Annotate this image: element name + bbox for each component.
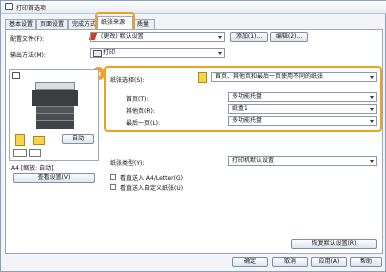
- help-button[interactable]: 帮助: [350, 257, 382, 267]
- view-settings-button[interactable]: 查看设置(V): [13, 173, 95, 183]
- last-page-value: 多功能托盘: [232, 117, 263, 124]
- print-icon: [93, 50, 102, 57]
- layout-icon[interactable]: [29, 149, 41, 157]
- paper-type-label: 纸张类型(Y):: [110, 160, 145, 167]
- ok-button[interactable]: 确定: [232, 257, 268, 267]
- profile-value: (更改) 默认设置: [101, 33, 144, 40]
- restore-defaults-button[interactable]: 恢复默认设置(R): [291, 239, 377, 249]
- chevron-down-icon: [370, 160, 374, 163]
- profile-label: 配置文件(F):: [10, 36, 45, 43]
- auto-button[interactable]: 自动: [62, 134, 94, 144]
- orientation-icon[interactable]: [13, 149, 27, 157]
- paper-sheet-icon: [33, 136, 45, 145]
- other-pages-value: 纸盒1: [232, 105, 248, 112]
- first-page-select[interactable]: 多功能托盘: [228, 92, 377, 102]
- paper-stack-icon: [15, 134, 25, 146]
- preview-caption: A4 [缩放: 自动]: [11, 165, 54, 172]
- other-pages-label: 其他页(R):: [126, 108, 155, 115]
- chevron-down-icon: [218, 36, 222, 39]
- paper-type-select[interactable]: 打印机默认设置: [228, 156, 377, 166]
- chevron-down-icon: [218, 52, 222, 55]
- paper-type-value: 打印机默认设置: [232, 157, 275, 164]
- printing-preferences-window: 打印首选项 基本设置 页面设置 完成方式 纸张来源 质量 配置文件(F): (更…: [0, 0, 386, 272]
- preview-toggle-icon[interactable]: [12, 72, 20, 79]
- tab-quality[interactable]: 质量: [133, 19, 155, 29]
- printer-icon: [5, 3, 13, 10]
- chevron-down-icon: [370, 120, 374, 123]
- chevron-down-icon: [370, 96, 374, 99]
- other-pages-select[interactable]: 纸盒1: [228, 104, 377, 114]
- manual-feed-custom-checkbox[interactable]: [110, 184, 116, 190]
- printer-preview: 自动: [9, 69, 99, 161]
- paper-stack-icon: [198, 72, 207, 83]
- add-profile-button[interactable]: 添加(1)...: [230, 32, 268, 42]
- output-value: 打印: [103, 49, 116, 56]
- manual-feed-a4-label: 看直送入 A4/Letter(G): [120, 175, 183, 182]
- manual-feed-a4-checkbox[interactable]: [110, 174, 116, 180]
- cancel-button[interactable]: 取消: [272, 257, 308, 267]
- tab-strip: 基本设置 页面设置 完成方式 纸张来源 质量: [5, 16, 383, 30]
- last-page-label: 最后一页(L):: [126, 120, 161, 127]
- edit-profile-button[interactable]: 编辑(2)...: [270, 32, 308, 42]
- manual-feed-custom-label: 看直送入自定义纸张(U): [120, 185, 184, 192]
- output-select[interactable]: 打印: [90, 48, 225, 58]
- tab-page-setup[interactable]: 页面设置: [36, 19, 68, 29]
- printer-image: [32, 82, 78, 130]
- title-bar: 打印首选项: [1, 1, 386, 14]
- paper-selection-value: 首页、其他页和最后一页使用不同的纸张: [215, 73, 324, 80]
- profile-select[interactable]: (更改) 默认设置: [90, 32, 225, 42]
- chevron-down-icon: [370, 76, 374, 79]
- output-label: 输出方法(M):: [10, 52, 46, 59]
- first-page-value: 多功能托盘: [232, 93, 263, 100]
- window-title: 打印首选项: [16, 5, 47, 12]
- apply-button[interactable]: 应用(A): [311, 257, 347, 267]
- tab-basic-settings[interactable]: 基本设置: [5, 19, 36, 29]
- paper-selection-select[interactable]: 首页、其他页和最后一页使用不同的纸张: [211, 72, 377, 82]
- first-page-label: 首页(T):: [126, 96, 149, 103]
- tab-finishing[interactable]: 完成方式: [68, 19, 97, 29]
- last-page-select[interactable]: 多功能托盘: [228, 116, 377, 126]
- chevron-down-icon: [370, 108, 374, 111]
- paper-selection-label: 纸张选择(S):: [110, 77, 145, 84]
